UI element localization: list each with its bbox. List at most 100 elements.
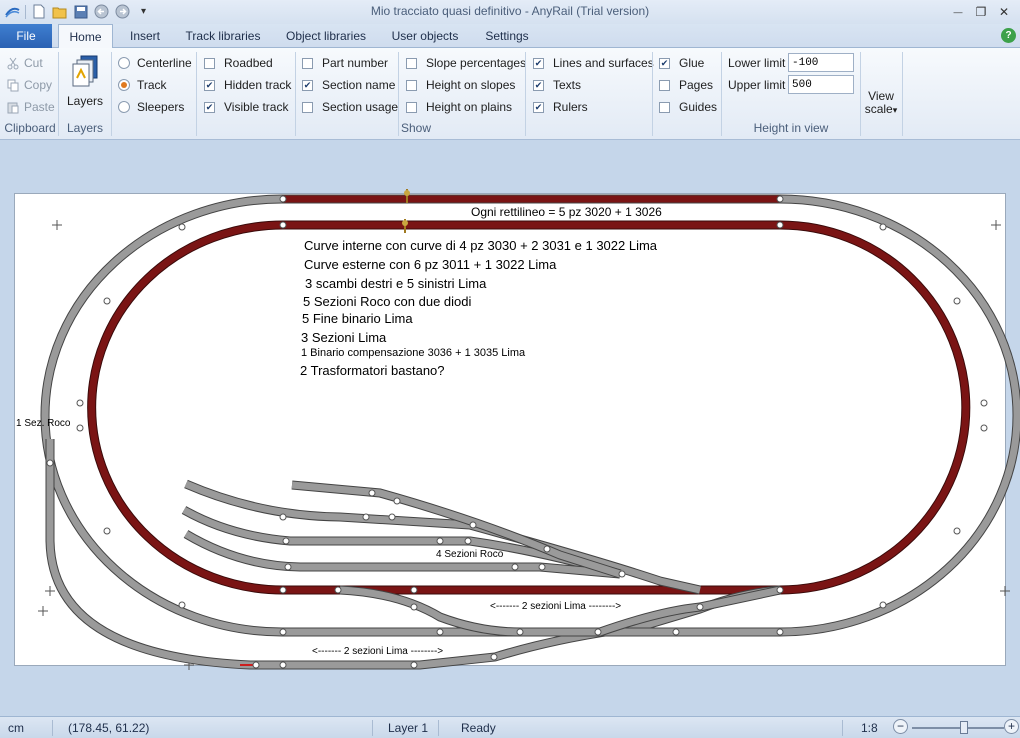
checkbox-glue[interactable]: ✔ Glue	[659, 56, 704, 70]
ribbon-tab-row: File Home Insert Track libraries Object …	[0, 24, 1020, 49]
tab-settings[interactable]: Settings	[476, 24, 538, 48]
layers-button-label: Layers	[66, 94, 104, 108]
checkbox-label: Roadbed	[224, 56, 273, 70]
upper-limit-input[interactable]	[788, 75, 854, 94]
zoom-out-button[interactable]: −	[893, 719, 908, 734]
view-scale-line2: scale▾	[864, 102, 898, 116]
note-sez-roco[interactable]: 1 Sez. Roco	[16, 418, 70, 429]
note-2-sezioni-lima-b[interactable]: <------- 2 sezioni Lima -------->	[312, 646, 443, 657]
status-coordinates: (178.45, 61.22)	[68, 721, 150, 735]
checkbox-label: Texts	[553, 78, 582, 92]
zoom-slider-thumb[interactable]	[960, 721, 968, 734]
note-trasformatori[interactable]: 2 Trasformatori bastano?	[300, 363, 445, 378]
note-4-sezioni-roco[interactable]: 4 Sezioni Roco	[436, 549, 503, 560]
note-rettilineo[interactable]: Ogni rettilineo = 5 pz 3020 + 1 3026	[471, 205, 662, 219]
track-layout[interactable]	[0, 141, 1020, 715]
checkbox-part-number[interactable]: Part number	[302, 56, 388, 70]
checkbox-label: Height on plains	[426, 100, 513, 114]
show-group-label: Show	[400, 121, 432, 135]
checkmark-icon: ✔	[302, 79, 313, 91]
tab-user-objects[interactable]: User objects	[384, 24, 466, 48]
checkmark-icon: ✔	[204, 101, 215, 113]
layers-button[interactable]: Layers	[64, 54, 106, 112]
close-button[interactable]: ✕	[994, 3, 1014, 20]
checkbox-section-usage[interactable]: Section usage	[302, 100, 398, 114]
tab-track-libraries[interactable]: Track libraries	[178, 24, 268, 48]
status-scale: 1:8	[861, 721, 878, 735]
tab-object-libraries[interactable]: Object libraries	[278, 24, 374, 48]
checkbox-height-on-slopes[interactable]: Height on slopes	[406, 78, 515, 92]
dropdown-arrow-icon: ▾	[892, 105, 898, 115]
restore-button[interactable]: ❐	[971, 3, 991, 20]
lower-limit-input[interactable]	[788, 53, 854, 72]
checkbox-box	[302, 101, 313, 113]
radio-indicator	[118, 101, 130, 113]
checkbox-label: Height on slopes	[426, 78, 516, 92]
checkbox-label: Guides	[679, 100, 718, 114]
radio-indicator	[118, 57, 130, 69]
checkbox-pages[interactable]: Pages	[659, 78, 713, 92]
status-separator	[372, 720, 373, 736]
radio-centerline[interactable]: Centerline	[118, 56, 192, 70]
minimize-button[interactable]: —	[948, 3, 968, 20]
checkbox-label: Glue	[679, 56, 705, 70]
note-sezioni-lima[interactable]: 3 Sezioni Lima	[301, 330, 386, 345]
checkbox-label: Rulers	[553, 100, 588, 114]
title-bar: ▾ Mio tracciato quasi definitivo - AnyRa…	[0, 0, 1020, 24]
note-2-sezioni-lima-a[interactable]: <------- 2 sezioni Lima -------->	[490, 601, 621, 612]
checkbox-box	[302, 57, 313, 69]
view-scale-button[interactable]: View scale▾	[862, 90, 900, 117]
checkbox-guides[interactable]: Guides	[659, 100, 717, 114]
zoom-in-button[interactable]: +	[1004, 719, 1019, 734]
lower-limit-label: Lower limit	[728, 56, 786, 70]
help-icon[interactable]: ?	[1001, 28, 1016, 43]
paste-icon	[6, 101, 20, 114]
paste-label: Paste	[24, 100, 55, 114]
status-separator	[52, 720, 53, 736]
note-fine-binario[interactable]: 5 Fine binario Lima	[302, 311, 413, 326]
checkbox-label: Visible track	[224, 100, 289, 114]
paste-button[interactable]: Paste	[6, 100, 55, 114]
cut-button[interactable]: Cut	[6, 56, 43, 70]
checkbox-label: Section usage	[322, 100, 399, 114]
window-controls: — ❐ ✕	[948, 3, 1014, 20]
checkbox-label: Section name	[322, 78, 396, 92]
copy-icon	[6, 79, 20, 92]
checkmark-icon: ✔	[533, 57, 544, 69]
checkbox-section-name[interactable]: ✔ Section name	[302, 78, 395, 92]
status-separator	[438, 720, 439, 736]
radio-sleepers[interactable]: Sleepers	[118, 100, 184, 114]
clipboard-group-label: Clipboard	[4, 121, 56, 135]
checkbox-hidden-track[interactable]: ✔ Hidden track	[204, 78, 291, 92]
checkbox-texts[interactable]: ✔ Texts	[533, 78, 581, 92]
checkbox-height-on-plains[interactable]: Height on plains	[406, 100, 512, 114]
status-layer: Layer 1	[388, 721, 429, 735]
tab-home[interactable]: Home	[58, 24, 113, 49]
checkbox-box	[406, 57, 417, 69]
checkbox-rulers[interactable]: ✔ Rulers	[533, 100, 588, 114]
checkbox-roadbed[interactable]: Roadbed	[204, 56, 273, 70]
inner-loop-track[interactable]	[87, 220, 971, 595]
cut-label: Cut	[24, 56, 43, 70]
note-scambi[interactable]: 3 scambi destri e 5 sinistri Lima	[305, 276, 486, 291]
design-canvas[interactable]: Ogni rettilineo = 5 pz 3020 + 1 3026 Cur…	[0, 141, 1020, 715]
tab-file[interactable]: File	[0, 24, 52, 48]
tab-insert[interactable]: Insert	[120, 24, 170, 48]
copy-button[interactable]: Copy	[6, 78, 52, 92]
checkbox-box	[659, 79, 670, 91]
checkbox-slope-percentages[interactable]: Slope percentages	[406, 56, 526, 70]
radio-label: Track	[137, 78, 167, 92]
note-compensazione[interactable]: 1 Binario compensazione 3036 + 1 3035 Li…	[301, 347, 525, 359]
zoom-slider-track[interactable]	[912, 727, 1004, 729]
checkbox-lines-and-surfaces[interactable]: ✔ Lines and surfaces	[533, 56, 654, 70]
note-sezioni-roco[interactable]: 5 Sezioni Roco con due diodi	[303, 294, 471, 309]
checkbox-visible-track[interactable]: ✔ Visible track	[204, 100, 288, 114]
group-separator	[902, 52, 903, 136]
status-state: Ready	[461, 721, 496, 735]
note-curve-interne[interactable]: Curve interne con curve di 4 pz 3030 + 2…	[304, 238, 657, 253]
group-separator	[58, 52, 59, 136]
layers-icon	[69, 54, 101, 91]
radio-label: Centerline	[137, 56, 192, 70]
radio-track[interactable]: Track	[118, 78, 167, 92]
note-curve-esterne[interactable]: Curve esterne con 6 pz 3011 + 1 3022 Lim…	[304, 257, 556, 272]
